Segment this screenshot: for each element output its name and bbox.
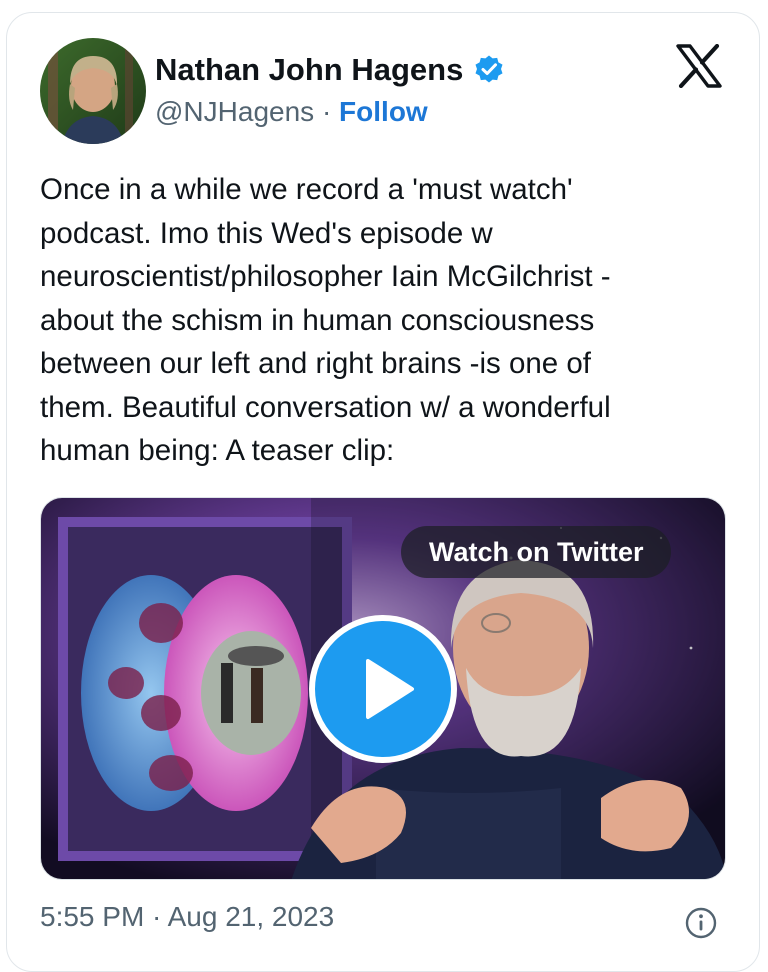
play-button[interactable] [309,615,457,763]
tweet-timestamp[interactable]: 5:55 PM · Aug 21, 2023 [40,901,334,933]
follow-button[interactable]: Follow [339,96,428,127]
author-name-row[interactable]: Nathan John Hagens [155,52,505,88]
author-handle[interactable]: @NJHagens [155,96,314,127]
watch-on-twitter-button[interactable]: Watch on Twitter [401,526,672,578]
tweet-text: Once in a while we record a 'must watch'… [40,173,611,467]
x-logo-icon[interactable] [676,43,722,89]
author-name[interactable]: Nathan John Hagens [155,52,463,88]
handle-row: @NJHagens · Follow [155,96,428,128]
verified-badge-icon [473,54,505,86]
handle-separator: · [321,96,332,127]
avatar[interactable] [40,38,146,144]
video-thumbnail[interactable]: Watch on Twitter [40,497,726,880]
info-icon[interactable] [684,906,718,940]
play-icon [366,659,414,719]
